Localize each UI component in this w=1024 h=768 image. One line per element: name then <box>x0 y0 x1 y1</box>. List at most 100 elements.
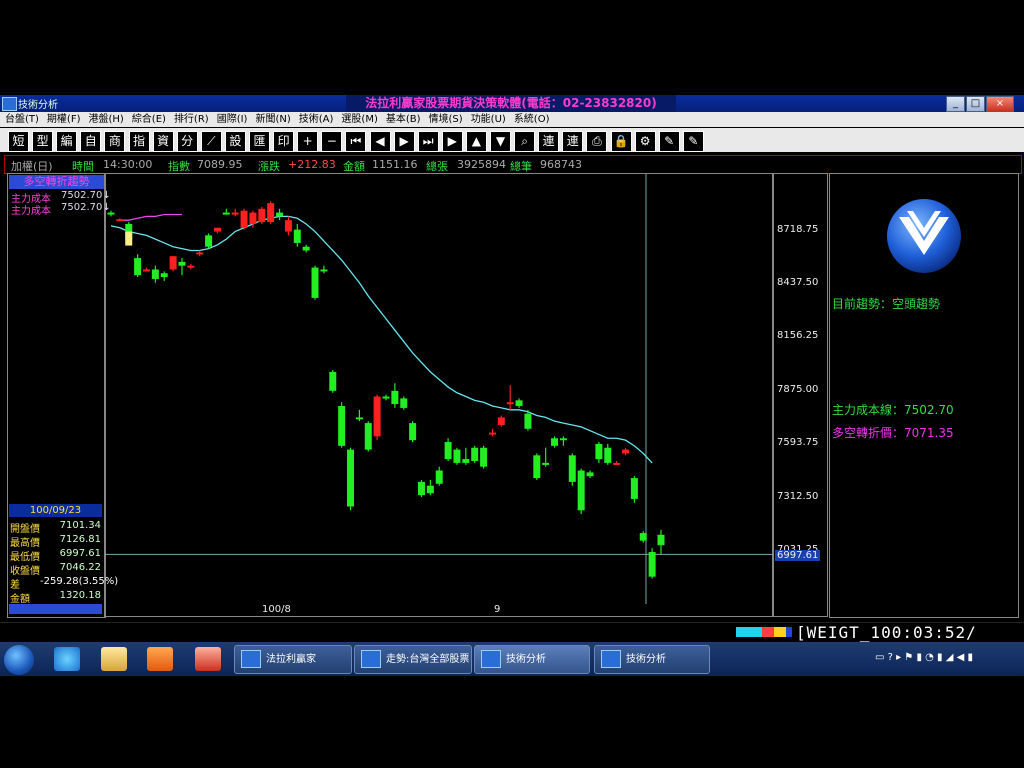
toolbar-button-17[interactable]: ⏭ <box>417 131 439 152</box>
toolbar-button-27[interactable]: ✎ <box>658 131 680 152</box>
candle-body-14 <box>231 212 239 215</box>
task-tech-analysis-1[interactable]: 技術分析 <box>474 645 590 674</box>
task-ferrari-winner[interactable]: 法拉利贏家 <box>234 645 352 674</box>
menu-item-news[interactable]: 新聞(N) <box>250 112 293 127</box>
low-label: 最低價 <box>10 552 40 563</box>
candle-body-45 <box>506 402 514 405</box>
toolbar-button-25[interactable]: 🔒 <box>610 131 632 152</box>
toolbar-button-28[interactable]: ✎ <box>682 131 704 152</box>
media-player-icon[interactable] <box>147 647 173 671</box>
menu-item-function[interactable]: 功能(U) <box>466 112 509 127</box>
toolbar-button-16[interactable]: ▶ <box>393 131 415 152</box>
menu-item-summary[interactable]: 綜合(E) <box>127 112 169 127</box>
task-app-icon <box>241 650 261 668</box>
toolbar-button-8[interactable]: ⟋ <box>200 131 222 152</box>
candle-body-32 <box>391 390 399 405</box>
y-tick-0: 8718.75 <box>777 224 819 235</box>
toolbar-button-20[interactable]: ▼ <box>490 131 511 152</box>
candle-body-10 <box>196 252 204 255</box>
trades-value: 968743 <box>540 158 582 171</box>
task-app-icon <box>481 650 501 668</box>
amount-label: 金額 <box>343 160 365 173</box>
menu-item-scenario[interactable]: 情境(S) <box>424 112 466 127</box>
candlestick-chart[interactable] <box>105 174 773 604</box>
menu-item-system[interactable]: 系統(O) <box>509 112 553 127</box>
candle-body-22 <box>302 246 310 251</box>
close-button[interactable]: × <box>986 96 1014 112</box>
toolbar-button-10[interactable]: 匯 <box>249 131 270 152</box>
toolbar-button-19[interactable]: ▲ <box>465 131 487 152</box>
toolbar-button-21[interactable]: ⌕ <box>514 131 536 152</box>
toolbar-button-23[interactable]: 連 <box>562 131 584 152</box>
toolbar-button-12[interactable]: + <box>297 131 319 152</box>
candle-body-23 <box>311 267 319 298</box>
maximize-button[interactable]: □ <box>966 96 985 112</box>
candle-body-8 <box>178 261 186 266</box>
change-value: +212.83 <box>288 158 336 171</box>
menu-item-hk[interactable]: 港盤(H) <box>83 112 126 127</box>
candle-body-15 <box>240 210 248 228</box>
menu-item-futures[interactable]: 期權(F) <box>42 112 84 127</box>
ie-icon[interactable] <box>54 647 80 671</box>
candle-body-42 <box>480 447 488 467</box>
app-title: 法拉利贏家股票期貨決策軟體(電話：02-23832820) <box>346 95 676 112</box>
y-tick-3: 7875.00 <box>777 384 819 395</box>
y-tick-2: 8156.25 <box>777 330 819 341</box>
toolbar-button-14[interactable]: ⏮ <box>345 131 367 152</box>
candle-body-1 <box>116 219 124 222</box>
toolbar-button-0[interactable]: 短 <box>8 131 29 152</box>
candle-body-38 <box>444 442 452 460</box>
candle-body-44 <box>497 417 505 425</box>
menu-item-intl[interactable]: 國際(I) <box>212 112 251 127</box>
toolbar-button-13[interactable]: − <box>321 131 343 152</box>
toolbar-button-18[interactable]: ▶ <box>441 131 463 152</box>
menu-item-screener[interactable]: 選股(M) <box>336 112 380 127</box>
toolbar-button-15[interactable]: ◀ <box>369 131 391 152</box>
amount-row-value: 1320.18 <box>59 590 101 601</box>
task-label: 技術分析 <box>506 654 546 665</box>
low-value: 6997.61 <box>59 548 101 559</box>
toolbar-button-9[interactable]: 設 <box>224 131 246 152</box>
turning-price: 多空轉折價：7071.35 <box>832 426 954 440</box>
candle-body-36 <box>426 485 434 494</box>
toolbar-button-11[interactable]: 印 <box>273 131 295 152</box>
task-label: 走勢:台灣全部股票 <box>386 654 470 665</box>
toolbar-button-3[interactable]: 自 <box>80 131 102 152</box>
task-label: 技術分析 <box>626 654 666 665</box>
minimize-button[interactable]: _ <box>946 96 965 112</box>
candle-body-33 <box>400 398 408 408</box>
toolbar-button-24[interactable]: ⎙ <box>586 131 608 152</box>
diff-value: -259.28(3.55%) <box>40 576 119 587</box>
candle-body-26 <box>338 406 346 446</box>
system-tray[interactable]: ▭ ? ▸ ⚑ ▮ ◔ ▮ ◢ ◀ ▮ <box>875 652 973 663</box>
toolbar-button-4[interactable]: 商 <box>104 131 126 152</box>
toolbar-button-2[interactable]: 編 <box>56 131 78 152</box>
toolbar-button-7[interactable]: 分 <box>176 131 198 152</box>
candle-body-62 <box>657 534 665 546</box>
candle-body-60 <box>639 533 647 541</box>
toolbar-button-26[interactable]: ⚙ <box>634 131 656 152</box>
current-price-tag: 6997.61 <box>775 550 821 561</box>
indicator-line-2-label: 主力成本 <box>11 206 51 217</box>
candle-body-34 <box>409 423 417 441</box>
menu-item-ranking[interactable]: 排行(R) <box>169 112 212 127</box>
toolbar-button-1[interactable]: 型 <box>32 131 54 152</box>
menu-item-tw[interactable]: 台盤(T) <box>0 112 42 127</box>
folder-icon[interactable] <box>101 647 127 671</box>
diff-label: 差 <box>10 580 20 591</box>
candle-body-46 <box>515 400 523 407</box>
toolbar-button-5[interactable]: 指 <box>128 131 150 152</box>
task-trend-all-stocks[interactable]: 走勢:台灣全部股票 <box>354 645 472 674</box>
menu-item-fundamental[interactable]: 基本(B) <box>381 112 424 127</box>
indicator-title[interactable]: 多空轉折趨勢 <box>9 175 104 189</box>
toolbar-button-6[interactable]: 資 <box>152 131 174 152</box>
close-value: 7046.22 <box>59 562 101 573</box>
toolbar-button-22[interactable]: 連 <box>538 131 560 152</box>
start-button[interactable] <box>4 645 34 675</box>
candle-body-37 <box>435 470 443 484</box>
menu-item-tech[interactable]: 技術(A) <box>294 112 337 127</box>
task-tech-analysis-2[interactable]: 技術分析 <box>594 645 710 674</box>
app-shortcut-icon[interactable] <box>195 647 221 671</box>
candle-body-56 <box>604 447 612 463</box>
candle-body-11 <box>205 235 213 247</box>
